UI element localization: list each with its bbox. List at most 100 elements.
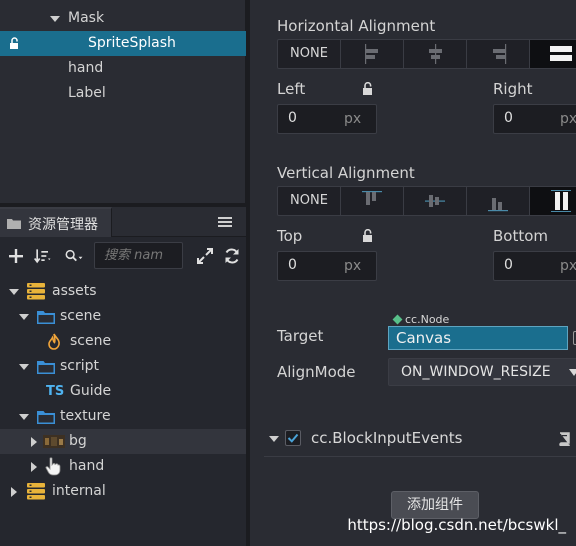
target-node-value[interactable]: Canvas <box>388 326 568 350</box>
component-name: cc.BlockInputEvents <box>311 429 463 447</box>
left-column: Mask SpriteSplash hand Label 资源管理器 搜索 na… <box>0 0 246 546</box>
menu-icon[interactable] <box>218 216 232 228</box>
expand-arrow-icon[interactable] <box>9 289 19 295</box>
h-align-center-button[interactable] <box>404 40 467 68</box>
align-top-icon <box>362 191 382 205</box>
tree-item-label: script <box>60 358 100 374</box>
tab-assets[interactable]: 资源管理器 <box>0 207 112 237</box>
folder-icon <box>37 361 55 374</box>
hierarchy-item-label: Label <box>68 85 106 101</box>
h-align-left-button[interactable] <box>341 40 404 68</box>
left-offset-field[interactable]: 0 px <box>277 104 377 134</box>
tree-item-label: bg <box>69 433 87 449</box>
collapse-arrow-icon[interactable] <box>11 487 17 497</box>
component-enabled-checkbox[interactable] <box>285 430 301 446</box>
tree-item-assets[interactable]: assets <box>0 279 246 304</box>
hierarchy-item-hand[interactable]: hand <box>0 56 246 81</box>
tree-item-scene-folder[interactable]: scene <box>0 304 246 329</box>
help-book-icon[interactable] <box>558 432 571 446</box>
inspector-panel: Horizontal Alignment NONE Left 0 px Righ… <box>250 0 576 546</box>
bottom-offset-field[interactable]: 0 px <box>493 251 576 281</box>
alignmode-select[interactable]: ON_WINDOW_RESIZE <box>388 358 576 386</box>
top-offset-field[interactable]: 0 px <box>277 251 377 281</box>
vertical-alignment-label: Vertical Alignment <box>277 164 415 182</box>
expand-arrow-icon[interactable] <box>19 364 29 370</box>
expand-arrow-icon[interactable] <box>50 16 60 22</box>
hierarchy-item-label-node[interactable]: Label <box>0 81 246 106</box>
v-align-bottom-button[interactable] <box>467 187 530 215</box>
folder-icon <box>7 219 21 229</box>
collapse-arrow-icon[interactable] <box>31 437 37 447</box>
alignmode-value: ON_WINDOW_RESIZE <box>401 364 551 380</box>
checkmark-icon <box>287 433 299 443</box>
target-type-label: cc.Node <box>405 313 450 326</box>
vertical-alignment-control: NONE <box>277 186 576 216</box>
collapse-arrow-icon[interactable] <box>31 462 37 472</box>
v-align-top-button[interactable] <box>341 187 404 215</box>
add-component-button[interactable]: 添加组件 <box>391 491 479 519</box>
right-label: Right <box>493 80 533 98</box>
search-input[interactable]: 搜索 nam <box>94 242 183 269</box>
tree-item-texture-folder[interactable]: texture <box>0 404 246 429</box>
target-type-tag: cc.Node <box>388 313 455 326</box>
tab-label: 资源管理器 <box>28 217 98 233</box>
database-icon <box>27 483 45 500</box>
alignmode-label: AlignMode <box>277 363 356 381</box>
left-value: 0 <box>288 110 297 126</box>
right-unit: px <box>560 111 576 127</box>
tree-item-bg[interactable]: bg <box>0 429 246 454</box>
tree-item-label: assets <box>52 283 97 299</box>
tree-item-script-folder[interactable]: script <box>0 354 246 379</box>
tree-item-hand[interactable]: hand <box>0 454 246 479</box>
align-bottom-icon <box>488 198 508 212</box>
v-align-middle-button[interactable] <box>404 187 467 215</box>
folder-icon <box>37 411 55 424</box>
left-label: Left <box>277 80 306 98</box>
hierarchy-item-mask[interactable]: Mask <box>0 6 246 31</box>
search-filter-icon[interactable] <box>64 246 84 266</box>
sort-icon[interactable] <box>33 246 53 266</box>
dropdown-caret-icon <box>569 369 576 376</box>
left-unit: px <box>344 111 362 127</box>
target-node-field[interactable]: cc.Node Canvas <box>388 314 576 350</box>
expand-arrow-icon[interactable] <box>19 314 29 320</box>
top-label: Top <box>277 227 303 245</box>
tree-item-internal[interactable]: internal <box>0 479 246 504</box>
h-align-stretch-button[interactable] <box>530 40 576 68</box>
typescript-icon: TS <box>46 384 65 399</box>
bottom-unit: px <box>560 258 576 274</box>
expand-arrow-icon[interactable] <box>19 414 29 420</box>
lock-open-icon[interactable] <box>362 229 375 242</box>
expand-icon[interactable] <box>195 246 215 266</box>
horizontal-alignment-label: Horizontal Alignment <box>277 17 436 35</box>
right-offset-field[interactable]: 0 px <box>493 104 576 134</box>
add-icon[interactable] <box>6 246 26 266</box>
bottom-value: 0 <box>504 257 513 273</box>
refresh-icon[interactable] <box>222 246 242 266</box>
hierarchy-item-label: hand <box>68 60 104 76</box>
top-unit: px <box>344 258 362 274</box>
h-align-none-button[interactable]: NONE <box>278 40 341 68</box>
hierarchy-item-label: SpriteSplash <box>88 35 176 51</box>
tree-item-label: internal <box>52 483 106 499</box>
hand-cursor-icon <box>45 457 61 476</box>
tree-item-scene-file[interactable]: scene <box>0 329 246 354</box>
top-value: 0 <box>288 257 297 273</box>
horizontal-alignment-control: NONE <box>277 39 576 69</box>
tree-item-label: texture <box>60 408 111 424</box>
hierarchy-item-label: Mask <box>68 10 105 26</box>
align-stretch-vertical-icon <box>551 190 571 212</box>
hierarchy-item-spritesplash[interactable]: SpriteSplash <box>0 31 246 56</box>
h-align-right-button[interactable] <box>467 40 530 68</box>
lock-open-icon[interactable] <box>9 37 21 49</box>
component-header-blockinputevents[interactable]: cc.BlockInputEvents <box>264 423 576 457</box>
align-right-icon <box>493 44 507 64</box>
collapse-arrow-icon[interactable] <box>269 436 279 442</box>
lock-open-icon[interactable] <box>362 82 375 95</box>
align-middle-icon <box>425 195 445 207</box>
assets-toolbar: 搜索 nam <box>0 238 246 274</box>
v-align-none-button[interactable]: NONE <box>278 187 341 215</box>
folder-icon <box>37 311 55 324</box>
tree-item-guide[interactable]: TS Guide <box>0 379 246 404</box>
v-align-stretch-button[interactable] <box>530 187 576 215</box>
